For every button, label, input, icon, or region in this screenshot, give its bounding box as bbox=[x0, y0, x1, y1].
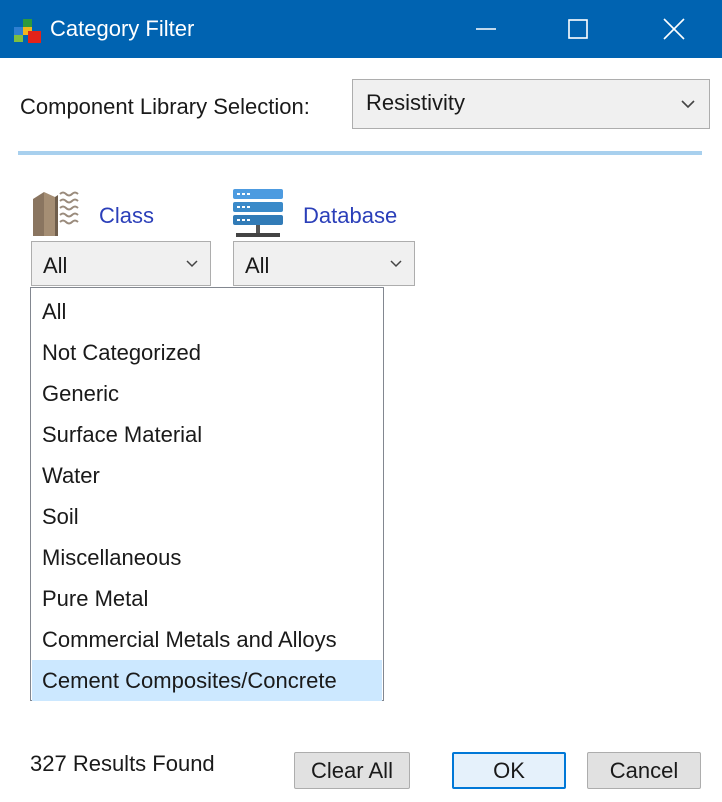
class-option-all[interactable]: All bbox=[32, 291, 382, 332]
database-filter-label: Database bbox=[303, 203, 398, 228]
chevron-down-icon bbox=[390, 260, 402, 268]
class-option-water[interactable]: Water bbox=[32, 455, 382, 496]
chevron-down-icon bbox=[681, 100, 695, 109]
window-title: Category Filter bbox=[50, 16, 195, 41]
class-filter-select[interactable]: All bbox=[31, 241, 211, 286]
class-option-cement-composites-concrete[interactable]: Cement Composites/Concrete bbox=[32, 660, 382, 701]
class-filter-value: All bbox=[43, 253, 68, 278]
database-filter-value: All bbox=[245, 253, 270, 278]
class-option-not-categorized[interactable]: Not Categorized bbox=[32, 332, 382, 373]
class-option-commercial-metals-and-alloys[interactable]: Commercial Metals and Alloys bbox=[32, 619, 382, 660]
title-bar[interactable]: Category Filter bbox=[0, 0, 722, 58]
section-divider bbox=[18, 151, 702, 155]
maximize-button[interactable] bbox=[546, 0, 610, 58]
class-option-soil[interactable]: Soil bbox=[32, 496, 382, 537]
close-icon bbox=[663, 18, 685, 40]
chevron-down-icon bbox=[186, 260, 198, 268]
clear-all-button[interactable]: Clear All bbox=[294, 752, 410, 789]
class-material-icon bbox=[33, 191, 79, 236]
database-server-icon bbox=[233, 189, 283, 237]
minimize-button[interactable] bbox=[454, 0, 518, 58]
cancel-button[interactable]: Cancel bbox=[587, 752, 701, 789]
library-select-value: Resistivity bbox=[366, 90, 466, 115]
class-option-surface-material[interactable]: Surface Material bbox=[32, 414, 382, 455]
class-option-pure-metal[interactable]: Pure Metal bbox=[32, 578, 382, 619]
class-option-miscellaneous[interactable]: Miscellaneous bbox=[32, 537, 382, 578]
class-filter-label: Class bbox=[99, 203, 155, 228]
maximize-icon bbox=[568, 19, 588, 39]
app-icon bbox=[14, 19, 41, 43]
class-dropdown-list[interactable]: All Not Categorized Generic Surface Mate… bbox=[30, 287, 384, 701]
close-button[interactable] bbox=[642, 0, 706, 58]
library-selection-label: Component Library Selection: bbox=[20, 94, 310, 119]
database-filter-select[interactable]: All bbox=[233, 241, 415, 286]
ok-button[interactable]: OK bbox=[452, 752, 566, 789]
results-count: 327 Results Found bbox=[30, 751, 215, 776]
library-select[interactable]: Resistivity bbox=[352, 79, 710, 129]
minimize-icon bbox=[476, 28, 496, 30]
class-option-generic[interactable]: Generic bbox=[32, 373, 382, 414]
